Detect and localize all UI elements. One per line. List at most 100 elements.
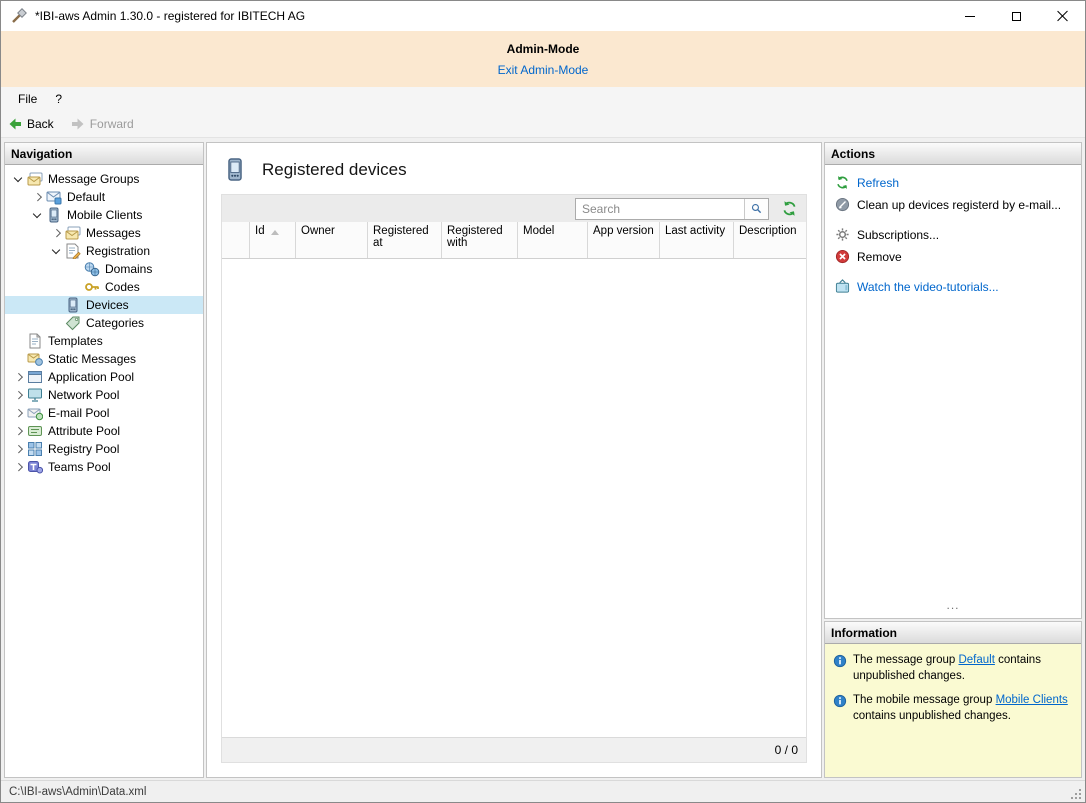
column-header-registered-with[interactable]: Registered with <box>442 222 518 258</box>
chevron-right-icon[interactable] <box>11 387 27 403</box>
chevron-right-icon[interactable] <box>11 459 27 475</box>
chevron-down-icon[interactable] <box>30 207 46 223</box>
tree-item-application-pool[interactable]: Application Pool <box>5 368 203 386</box>
tree-item-teams-pool[interactable]: Teams Pool <box>5 458 203 476</box>
menu-help[interactable]: ? <box>46 89 71 109</box>
search-strip <box>222 195 806 222</box>
chevron-right-icon[interactable] <box>11 369 27 385</box>
window-title: *IBI-aws Admin 1.30.0 - registered for I… <box>35 9 305 23</box>
tree-item-domains[interactable]: Domains <box>5 260 203 278</box>
maximize-button[interactable] <box>993 1 1039 31</box>
chevron-right-icon[interactable] <box>30 189 46 205</box>
actions-header: Actions <box>825 143 1081 165</box>
mobile-clients-group-link[interactable]: Mobile Clients <box>996 694 1068 706</box>
action-refresh[interactable]: Refresh <box>835 175 1071 190</box>
title-bar: *IBI-aws Admin 1.30.0 - registered for I… <box>1 1 1085 31</box>
tree-item-categories[interactable]: Categories <box>5 314 203 332</box>
column-header-description[interactable]: Description <box>734 222 806 258</box>
tree-item-templates[interactable]: Templates <box>5 332 203 350</box>
action-subscriptions[interactable]: Subscriptions... <box>835 227 1071 242</box>
expander-placeholder <box>11 351 27 367</box>
default-group-link[interactable]: Default <box>958 654 994 666</box>
tree-item-default[interactable]: Default <box>5 188 203 206</box>
maximize-icon <box>1012 12 1021 21</box>
action-watch-video-tutorials[interactable]: Watch the video-tutorials... <box>835 279 1071 294</box>
registry-pool-icon <box>27 441 43 457</box>
refresh-icon <box>781 200 798 217</box>
admin-mode-banner: Admin-Mode Exit Admin-Mode <box>1 31 1085 87</box>
minimize-button[interactable] <box>947 1 993 31</box>
content-area: Navigation Message Groups Default Mobile… <box>1 138 1085 780</box>
action-clean-up-devices[interactable]: Clean up devices registerd by e-mail... <box>835 197 1071 212</box>
chevron-down-icon[interactable] <box>49 243 65 259</box>
tree-item-registration[interactable]: Registration <box>5 242 203 260</box>
template-icon <box>27 333 43 349</box>
domains-icon <box>84 261 100 277</box>
device-icon <box>65 297 81 313</box>
table-refresh-button[interactable] <box>781 200 798 217</box>
chevron-down-icon[interactable] <box>11 171 27 187</box>
search-button[interactable] <box>744 199 768 219</box>
mobile-clients-icon <box>46 207 62 223</box>
column-header-registered-at[interactable]: Registered at <box>368 222 442 258</box>
information-panel: Information The message group Default co… <box>824 621 1082 778</box>
tree-item-network-pool[interactable]: Network Pool <box>5 386 203 404</box>
attribute-pool-icon <box>27 423 43 439</box>
column-header-id[interactable]: Id <box>250 222 296 258</box>
tree-item-mobile-clients[interactable]: Mobile Clients <box>5 206 203 224</box>
back-label: Back <box>27 117 54 131</box>
admin-mode-title: Admin-Mode <box>507 42 580 56</box>
table-header-row: Id Owner Registered at Registered with M… <box>222 222 806 259</box>
remove-icon <box>835 249 850 264</box>
actions-overflow-indicator[interactable]: ... <box>835 598 1071 614</box>
refresh-icon <box>835 175 850 190</box>
actions-panel: Actions Refresh Clean up devices registe… <box>824 142 1082 619</box>
expander-placeholder <box>11 333 27 349</box>
tree-item-messages[interactable]: Messages <box>5 224 203 242</box>
tree-item-static-messages[interactable]: Static Messages <box>5 350 203 368</box>
resize-grip-icon[interactable] <box>1070 788 1081 799</box>
action-remove[interactable]: Remove <box>835 249 1071 264</box>
column-header-model[interactable]: Model <box>518 222 588 258</box>
toolbar: Back Forward <box>1 111 1085 138</box>
navigation-header: Navigation <box>5 143 203 165</box>
info-icon <box>833 654 847 668</box>
navigation-panel: Navigation Message Groups Default Mobile… <box>4 142 204 778</box>
search-icon <box>751 202 762 215</box>
chevron-right-icon[interactable] <box>11 405 27 421</box>
chevron-right-icon[interactable] <box>11 441 27 457</box>
tree-item-codes[interactable]: Codes <box>5 278 203 296</box>
information-header: Information <box>825 622 1081 644</box>
exit-admin-mode-link[interactable]: Exit Admin-Mode <box>498 63 589 77</box>
messages-icon <box>65 225 81 241</box>
tree-item-devices[interactable]: Devices <box>5 296 203 314</box>
clean-up-icon <box>835 197 850 212</box>
static-messages-icon <box>27 351 43 367</box>
mobile-device-icon <box>223 155 247 184</box>
network-pool-icon <box>27 387 43 403</box>
menu-file[interactable]: File <box>9 89 46 109</box>
expander-placeholder <box>68 279 84 295</box>
main-panel: Registered devices <box>206 142 822 778</box>
tree-item-email-pool[interactable]: E-mail Pool <box>5 404 203 422</box>
column-header-app-version[interactable]: App version <box>588 222 660 258</box>
info-icon <box>833 694 847 708</box>
registration-icon <box>65 243 81 259</box>
chevron-right-icon[interactable] <box>49 225 65 241</box>
column-header-owner[interactable]: Owner <box>296 222 368 258</box>
forward-button[interactable]: Forward <box>70 116 134 132</box>
minimize-icon <box>965 16 975 17</box>
devices-table: Id Owner Registered at Registered with M… <box>221 194 807 763</box>
chevron-right-icon[interactable] <box>11 423 27 439</box>
tree-item-registry-pool[interactable]: Registry Pool <box>5 440 203 458</box>
back-button[interactable]: Back <box>7 116 54 132</box>
expander-placeholder <box>49 315 65 331</box>
sort-ascending-icon <box>271 230 279 235</box>
search-input[interactable] <box>576 199 744 219</box>
close-button[interactable] <box>1039 1 1085 31</box>
column-header-last-activity[interactable]: Last activity <box>660 222 734 258</box>
tree-item-attribute-pool[interactable]: Attribute Pool <box>5 422 203 440</box>
tree-item-message-groups[interactable]: Message Groups <box>5 170 203 188</box>
info-item-default-group: The message group Default contains unpub… <box>833 653 1073 684</box>
table-body-empty[interactable] <box>222 259 806 737</box>
